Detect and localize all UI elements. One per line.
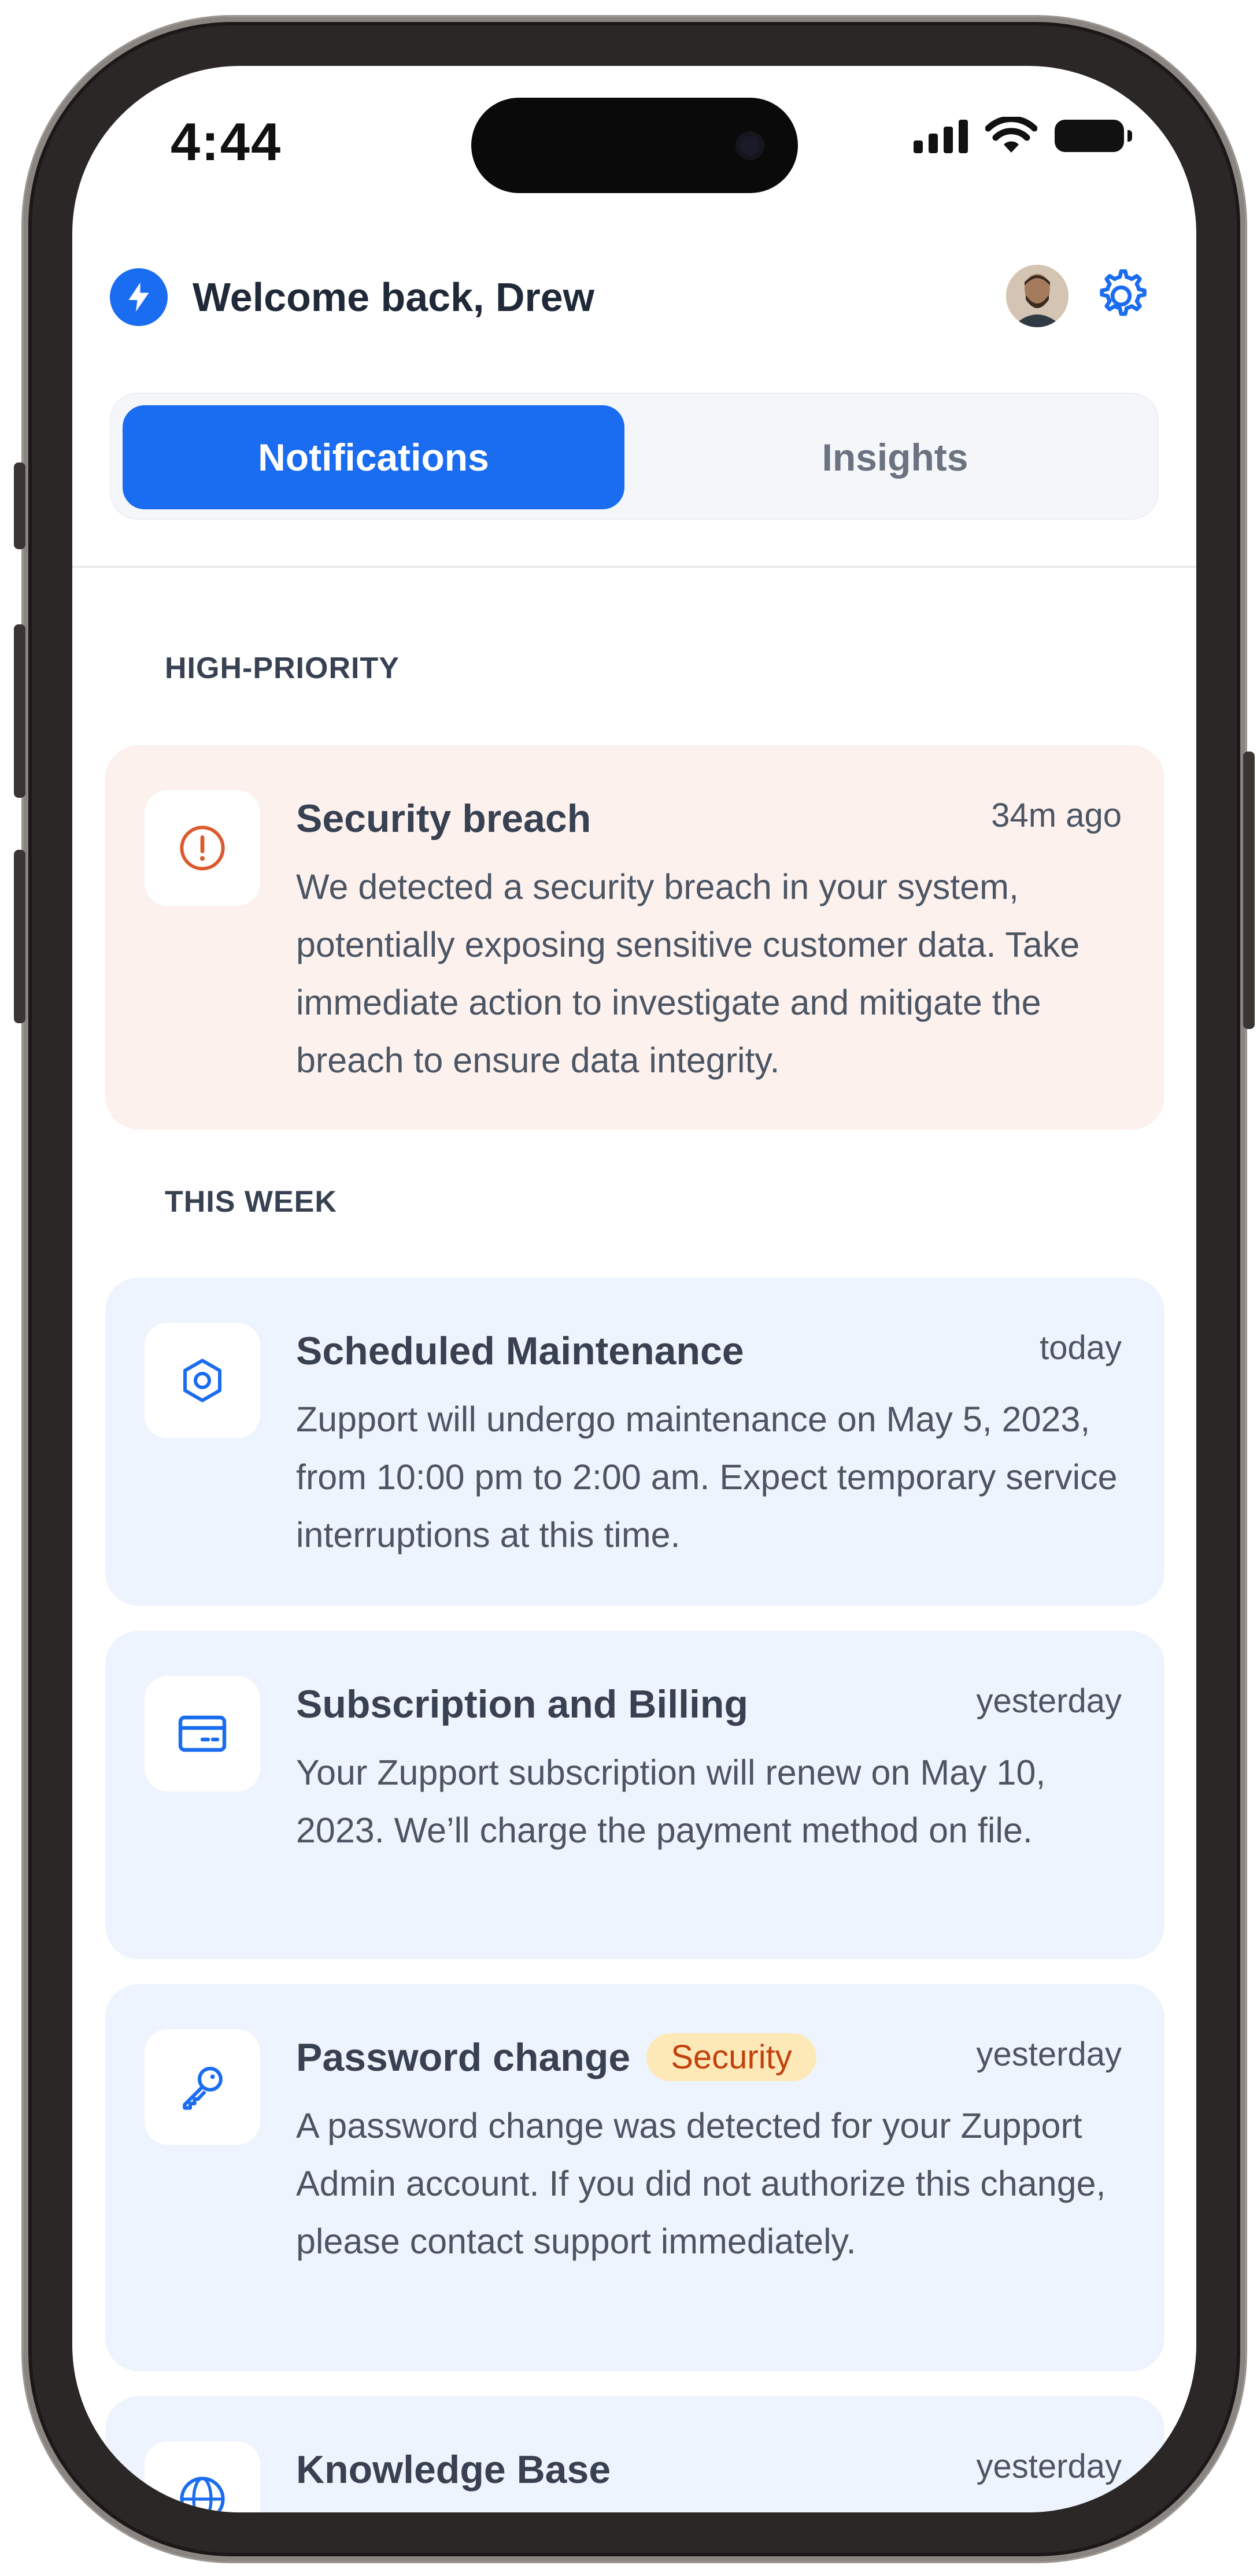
notification-card-knowledge-base[interactable]: Knowledge Base yesterday [105,2396,1164,2512]
section-label-this-week: THIS WEEK [165,1185,337,1219]
lightning-logo-icon [110,268,168,326]
icon-container [145,790,260,906]
avatar[interactable] [1006,265,1069,327]
notification-body: Zupport will undergo maintenance on May … [296,1400,1118,1555]
notification-card-maintenance[interactable]: Scheduled Maintenance today Zupport will… [105,1278,1164,1606]
notification-card-security-breach[interactable]: Security breach 34m ago We detected a se… [105,745,1164,1130]
app-header: Welcome back, Drew [72,251,1196,338]
icon-container [145,1676,260,1792]
cellular-signal-icon [914,119,968,153]
notification-title: Scheduled Maintenance [296,1329,744,1373]
alert-circle-icon [180,826,225,871]
status-icons [914,117,1132,155]
security-badge: Security [646,2033,816,2081]
power-button [1243,752,1255,1029]
notification-body: A password change was detected for your … [296,2106,1106,2261]
notification-card-password-change[interactable]: Password change Security yesterday A pass… [105,1984,1164,2371]
screen: 4:44 Welcome back, Drew Notifications In… [72,66,1196,2512]
notification-title: Password change Security [296,2033,816,2085]
notification-title: Security breach [296,797,591,841]
section-label-high-priority: HIGH-PRIORITY [165,652,400,685]
key-icon [183,2067,223,2110]
icon-container [145,1323,260,1438]
welcome-title: Welcome back, Drew [193,275,595,320]
notification-time: yesterday [976,1682,1122,1720]
notification-title: Knowledge Base [296,2448,611,2492]
silent-switch [14,462,25,549]
notification-title-text: Password change [296,2035,631,2079]
notification-body: We detected a security breach in your sy… [296,867,1080,1080]
wifi-icon [985,117,1037,153]
header-divider [72,566,1196,568]
notification-card-billing[interactable]: Subscription and Billing yesterday Your … [105,1631,1164,1959]
notification-time: yesterday [976,2035,1122,2073]
icon-container [145,2029,260,2145]
front-camera [735,131,764,160]
notification-body: Your Zupport subscription will renew on … [296,1753,1046,1850]
gear-icon[interactable] [1090,265,1152,327]
tab-insights[interactable]: Insights [644,405,1146,509]
icon-container [145,2441,260,2512]
volume-up-button [14,624,25,798]
notification-title: Subscription and Billing [296,1682,748,1726]
credit-card-icon [178,1715,227,1752]
dynamic-island [471,98,798,193]
tab-notifications[interactable]: Notifications [123,405,624,509]
notification-time: today [1040,1329,1122,1367]
globe-icon [180,2477,225,2512]
notification-time: 34m ago [991,797,1122,834]
status-time: 4:44 [171,113,282,172]
hexagon-nut-icon [183,1359,221,1402]
segmented-tabs: Notifications Insights [110,393,1159,520]
volume-down-button [14,850,25,1023]
notification-time: yesterday [976,2448,1122,2485]
battery-icon [1055,120,1132,152]
